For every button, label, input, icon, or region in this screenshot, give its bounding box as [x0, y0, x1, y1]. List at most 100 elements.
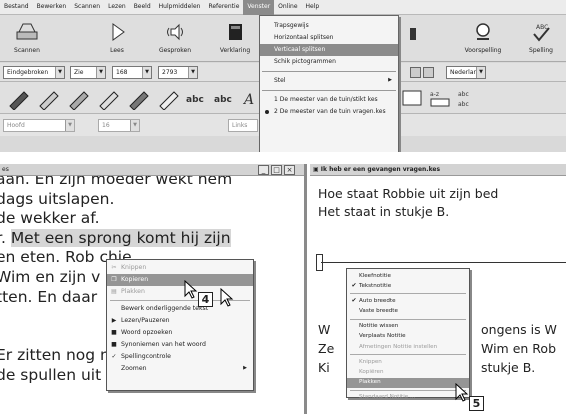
spoken-button[interactable]: Gesproken — [152, 17, 198, 59]
highlighter-icon[interactable] — [36, 86, 62, 110]
alignment-value: Links — [232, 122, 248, 129]
note-menu-item-label: Kopiëren — [359, 369, 384, 375]
highlighter-icon[interactable] — [96, 86, 122, 110]
menu-bewerken[interactable]: Bewerken — [33, 0, 71, 15]
menu-item-arrange-icons[interactable]: Schik pictogrammen — [260, 56, 398, 68]
menu-beeld[interactable]: Beeld — [130, 0, 155, 15]
context-item-kopieren[interactable]: ❐ Kopieren — [107, 274, 253, 286]
context-item-lezen-pauzeren[interactable]: ▶ Lezen/Pauzeren — [107, 315, 253, 327]
note-menu-item-kopi-ren[interactable]: Kopiëren — [347, 368, 469, 378]
highlighted-text: Met een sprong komt hij zijn — [10, 228, 231, 247]
menu-item-set[interactable]: Stel ▶ — [260, 75, 398, 87]
note-menu-item-auto-breedte[interactable]: ✔ Auto breedte — [347, 296, 469, 306]
menu-item-split-horizontal[interactable]: Horizontaal splitsen — [260, 32, 398, 44]
check-icon: ✔ — [351, 297, 357, 305]
top-screenshot: Bestand Bewerken Scannen Lezen Beeld Hulpmidd… — [0, 0, 566, 152]
text-segment: r. — [0, 228, 6, 247]
note-menu-item-knippen[interactable]: Knippen — [347, 357, 469, 367]
menu-bestand[interactable]: Bestand — [0, 0, 33, 15]
voice-combo[interactable]: Zie ▼ — [70, 66, 106, 79]
word-bank-icon[interactable]: abc abc — [456, 86, 482, 110]
explain-button[interactable]: Verklaring — [212, 17, 258, 59]
extra-icon-button[interactable] — [398, 17, 444, 59]
language-combo[interactable]: Nederlan ▼ — [446, 66, 486, 79]
copy-icon: ❐ — [111, 276, 117, 283]
note-menu-item-notitie-wissen[interactable]: Notitie wissen — [347, 322, 469, 332]
context-item-knippen[interactable]: ✂ Knippen — [107, 262, 253, 274]
menu-lezen[interactable]: Lezen — [104, 0, 130, 15]
language-value: Nederlan — [450, 69, 478, 76]
note-icon[interactable] — [400, 86, 426, 110]
answer-line: Het staat in stukje B. — [318, 204, 450, 219]
vocabulary-icon[interactable]: a-z — [428, 86, 454, 110]
prediction-label: Voorspelling — [464, 47, 502, 54]
menu-hulpmiddelen[interactable]: Hulpmiddelen — [155, 0, 205, 15]
prediction-button[interactable]: Voorspelling — [460, 17, 506, 59]
menu-item-window-1[interactable]: 1 De meester van de tuin/stikt kes — [260, 94, 398, 106]
context-item-label: Spellingcontrole — [121, 353, 171, 360]
speed-combo[interactable]: 168 ▼ — [112, 66, 152, 79]
text-line: de wekker af. — [0, 209, 304, 229]
highlighter-icon[interactable] — [6, 86, 32, 110]
menu-item-split-vertical[interactable]: Verticaal splitsen — [260, 44, 398, 56]
context-item-label: Kopieren — [121, 276, 149, 283]
menu-item-cascade[interactable]: Trapsgewijs — [260, 20, 398, 32]
highlighter-icon[interactable] — [156, 86, 182, 110]
menu-referentie[interactable]: Referentie — [204, 0, 243, 15]
grid-icon[interactable] — [410, 67, 421, 78]
menu-item-label: Stel — [274, 77, 286, 84]
context-item-label: Bewerk onderliggende tekst — [121, 305, 209, 312]
note-menu-item-label: Plakken — [359, 379, 381, 386]
context-item-zoomen[interactable]: Zoomen ▶ — [107, 363, 253, 375]
highlighter-icon[interactable] — [126, 86, 152, 110]
menu-venster[interactable]: Venster — [243, 0, 275, 15]
menu-help[interactable]: Help — [302, 0, 324, 15]
play-icon: ▶ — [111, 317, 117, 324]
voice-combo-value: Zie — [74, 69, 84, 76]
style-combo[interactable]: Hoofd ▼ — [3, 119, 75, 132]
minimize-icon[interactable]: _ — [258, 165, 269, 175]
mouse-pointer-icon — [184, 280, 198, 299]
pitch-combo[interactable]: 2793 ▼ — [158, 66, 198, 79]
note-menu-item-label: Verplaats Notitie — [359, 333, 406, 340]
note-menu-item-afmetingen-notitie-instellen[interactable]: Afmetingen Notitie instellen — [347, 342, 469, 352]
close-icon[interactable]: × — [284, 165, 295, 175]
spelling-button[interactable]: ABC Spelling — [518, 17, 564, 59]
chevron-down-icon: ▼ — [65, 120, 74, 131]
text-context-menu: ✂ Knippen ❐ Kopieren ▤ Plakken Bewerk onderlig… — [106, 259, 254, 391]
menu-online[interactable]: Online — [274, 0, 301, 15]
read-label: Lees — [110, 47, 124, 54]
scan-label: Scannen — [14, 47, 40, 54]
highlighter-icon[interactable] — [66, 86, 92, 110]
note-menu-item-kleefnotitie[interactable]: Kleefnotitie — [347, 271, 469, 281]
alignment-combo[interactable]: Links — [228, 119, 258, 132]
context-item-synoniemen-van-het-woord[interactable]: ■ Synoniemen van het woord — [107, 339, 253, 351]
note-menu-item-tekstnotitie[interactable]: ✔ Tekstnotitie — [347, 281, 469, 291]
context-item-woord-opzoeken[interactable]: ■ Woord opzoeken — [107, 327, 253, 339]
context-item-label: Lezen/Pauzeren — [121, 317, 170, 324]
note-menu-item-verplaats-notitie[interactable]: Verplaats Notitie — [347, 332, 469, 342]
menu-item-label: 1 De meester van de tuin/stikt kes — [274, 96, 378, 103]
radio-dot-icon — [265, 110, 269, 114]
svg-text:abc: abc — [458, 101, 469, 108]
size-combo[interactable]: 16 ▼ — [98, 119, 140, 132]
menu-scannen[interactable]: Scannen — [70, 0, 104, 15]
note-menu-item-standaard-notitie-[interactable]: Standaard Notitie ... — [347, 393, 469, 403]
collect-highlights-icon[interactable]: abc — [184, 86, 210, 110]
read-button[interactable]: Lees — [94, 17, 140, 59]
left-window-title: es — [2, 166, 9, 173]
text-segment: de wekker af. — [0, 209, 100, 228]
note-menu-item-label: Vaste breedte — [359, 308, 398, 315]
grid-icon-2[interactable] — [423, 67, 434, 78]
menu-item-label: Schik pictogrammen — [274, 58, 336, 65]
font-combo[interactable]: Eindgebroken ▼ — [3, 66, 65, 79]
collect-highlights-icon-2[interactable]: abc — [212, 86, 238, 110]
menu-item-window-2[interactable]: 2 De meester van de tuin vragen.kes — [260, 106, 398, 118]
note-menu-item-plakken[interactable]: Plakken — [347, 377, 469, 388]
scan-button[interactable]: Scannen — [4, 17, 50, 59]
context-item-spellingcontrole[interactable]: ✓ Spellingcontrole — [107, 351, 253, 363]
maximize-icon[interactable]: □ — [271, 165, 282, 175]
note-menu-item-vaste-breedte[interactable]: Vaste breedte — [347, 307, 469, 317]
note-menu-item-label: Notitie wissen — [359, 323, 399, 330]
text-fragment: Ze — [318, 341, 335, 356]
